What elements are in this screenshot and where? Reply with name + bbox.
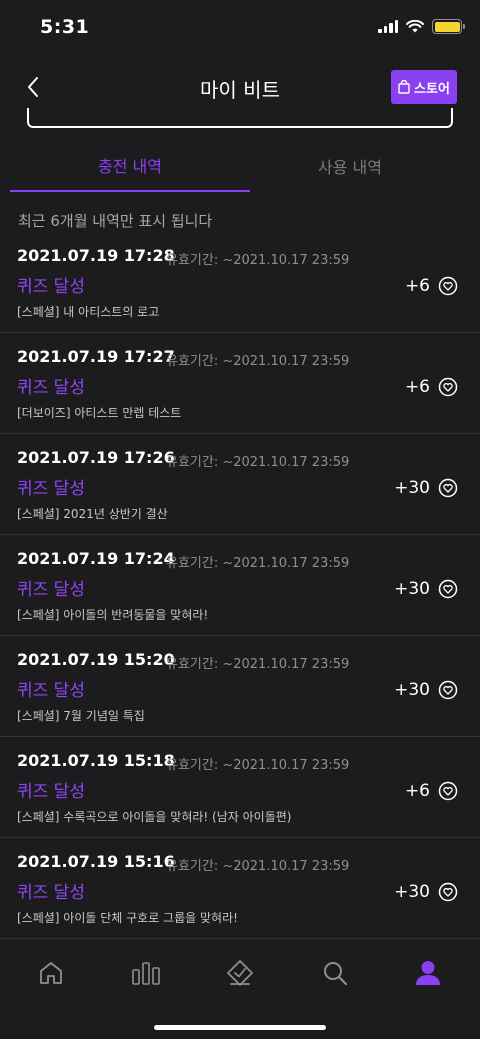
item-date: 2021.07.19 15:16 bbox=[17, 852, 175, 871]
item-title: 퀴즈 달성 bbox=[17, 782, 85, 802]
status-time: 5:31 bbox=[40, 16, 90, 38]
heart-coin-icon bbox=[438, 882, 458, 902]
item-amount: +30 bbox=[394, 579, 458, 599]
list-item[interactable]: 2021.07.19 15:20 유효기간: ~2021.10.17 23:59… bbox=[0, 636, 480, 737]
item-description: [스페셜] 내 아티스트의 로고 bbox=[17, 305, 160, 319]
list-item[interactable]: 2021.07.19 15:18 유효기간: ~2021.10.17 23:59… bbox=[0, 737, 480, 838]
bottom-tab-bar bbox=[0, 939, 480, 1039]
item-amount-value: +6 bbox=[404, 781, 430, 801]
heart-coin-icon bbox=[438, 781, 458, 801]
item-title: 퀴즈 달성 bbox=[17, 681, 85, 701]
history-tabs: 충전 내역 사용 내역 bbox=[0, 140, 480, 192]
item-title: 퀴즈 달성 bbox=[17, 883, 85, 903]
heart-coin-icon bbox=[438, 377, 458, 397]
item-description: [스페셜] 2021년 상반기 결산 bbox=[17, 507, 168, 521]
item-amount: +30 bbox=[394, 882, 458, 902]
item-description: [스페셜] 아이돌의 반려동물을 맞혀라! bbox=[17, 608, 209, 622]
list-item[interactable]: 2021.07.19 15:16 유효기간: ~2021.10.17 23:59… bbox=[0, 838, 480, 939]
item-amount-value: +30 bbox=[394, 680, 430, 700]
balance-card bbox=[27, 108, 453, 128]
item-date: 2021.07.19 17:26 bbox=[17, 448, 175, 467]
item-amount: +30 bbox=[394, 478, 458, 498]
item-expiry: 유효기간: ~2021.10.17 23:59 bbox=[166, 758, 350, 773]
status-bar: 5:31 bbox=[0, 0, 480, 56]
wifi-icon bbox=[406, 20, 424, 33]
tabbar-profile[interactable] bbox=[411, 958, 445, 988]
item-amount-value: +30 bbox=[394, 882, 430, 902]
item-amount-value: +6 bbox=[404, 377, 430, 397]
item-description: [더보이즈] 아티스트 만렙 테스트 bbox=[17, 406, 182, 420]
item-title: 퀴즈 달성 bbox=[17, 277, 85, 297]
profile-icon bbox=[416, 961, 440, 985]
item-title: 퀴즈 달성 bbox=[17, 378, 85, 398]
item-date: 2021.07.19 15:18 bbox=[17, 751, 175, 770]
heart-coin-icon bbox=[438, 478, 458, 498]
store-button-label: 스토어 bbox=[414, 81, 450, 97]
tab-charge-history[interactable]: 충전 내역 bbox=[10, 140, 250, 192]
list-item[interactable]: 2021.07.19 17:28 유효기간: ~2021.10.17 23:59… bbox=[0, 232, 480, 333]
navigation-bar: 마이 비트 스토어 bbox=[0, 60, 480, 114]
chart-icon bbox=[132, 962, 160, 985]
list-item[interactable]: 2021.07.19 17:24 유효기간: ~2021.10.17 23:59… bbox=[0, 535, 480, 636]
item-amount: +6 bbox=[405, 781, 458, 801]
charge-history-list: 2021.07.19 17:28 유효기간: ~2021.10.17 23:59… bbox=[0, 232, 480, 939]
item-expiry: 유효기간: ~2021.10.17 23:59 bbox=[166, 859, 350, 874]
item-description: [스페셜] 아이돌 단체 구호로 그룹을 맞혀라! bbox=[17, 911, 238, 925]
item-amount-value: +30 bbox=[394, 579, 430, 599]
item-title: 퀴즈 달성 bbox=[17, 580, 85, 600]
item-amount: +30 bbox=[394, 680, 458, 700]
history-notice: 최근 6개월 내역만 표시 됩니다 bbox=[18, 212, 213, 230]
list-item[interactable]: 2021.07.19 17:27 유효기간: ~2021.10.17 23:59… bbox=[0, 333, 480, 434]
item-amount: +6 bbox=[405, 276, 458, 296]
tabbar-chart[interactable] bbox=[129, 958, 163, 988]
status-icons bbox=[378, 19, 465, 34]
item-expiry: 유효기간: ~2021.10.17 23:59 bbox=[166, 657, 350, 672]
shopping-bag-icon bbox=[398, 80, 410, 94]
item-description: [스페셜] 수록곡으로 아이돌을 맞혀라! (남자 아이돌편) bbox=[17, 810, 292, 824]
battery-icon bbox=[432, 19, 465, 34]
store-button[interactable]: 스토어 bbox=[391, 70, 457, 104]
heart-coin-icon bbox=[438, 276, 458, 296]
home-indicator bbox=[154, 1025, 326, 1030]
item-amount-value: +30 bbox=[394, 478, 430, 498]
list-item[interactable]: 2021.07.19 17:26 유효기간: ~2021.10.17 23:59… bbox=[0, 434, 480, 535]
heart-coin-icon bbox=[438, 680, 458, 700]
item-amount-value: +6 bbox=[404, 276, 430, 296]
item-expiry: 유효기간: ~2021.10.17 23:59 bbox=[166, 253, 350, 268]
search-icon bbox=[324, 962, 348, 986]
item-date: 2021.07.19 17:27 bbox=[17, 347, 175, 366]
item-date: 2021.07.19 17:28 bbox=[17, 246, 175, 265]
item-description: [스페셜] 7월 기념일 특집 bbox=[17, 709, 145, 723]
tabbar-search[interactable] bbox=[318, 958, 352, 988]
heart-coin-icon bbox=[438, 579, 458, 599]
item-amount: +6 bbox=[405, 377, 458, 397]
home-icon bbox=[40, 962, 62, 984]
item-title: 퀴즈 달성 bbox=[17, 479, 85, 499]
ticket-check-icon bbox=[227, 960, 253, 986]
tabbar-vote[interactable] bbox=[223, 958, 257, 988]
item-date: 2021.07.19 15:20 bbox=[17, 650, 175, 669]
cellular-signal-icon bbox=[378, 20, 398, 33]
item-expiry: 유효기간: ~2021.10.17 23:59 bbox=[166, 354, 350, 369]
tab-usage-history[interactable]: 사용 내역 bbox=[230, 140, 470, 192]
item-expiry: 유효기간: ~2021.10.17 23:59 bbox=[166, 455, 350, 470]
item-date: 2021.07.19 17:24 bbox=[17, 549, 175, 568]
item-expiry: 유효기간: ~2021.10.17 23:59 bbox=[166, 556, 350, 571]
tabbar-home[interactable] bbox=[34, 958, 68, 988]
